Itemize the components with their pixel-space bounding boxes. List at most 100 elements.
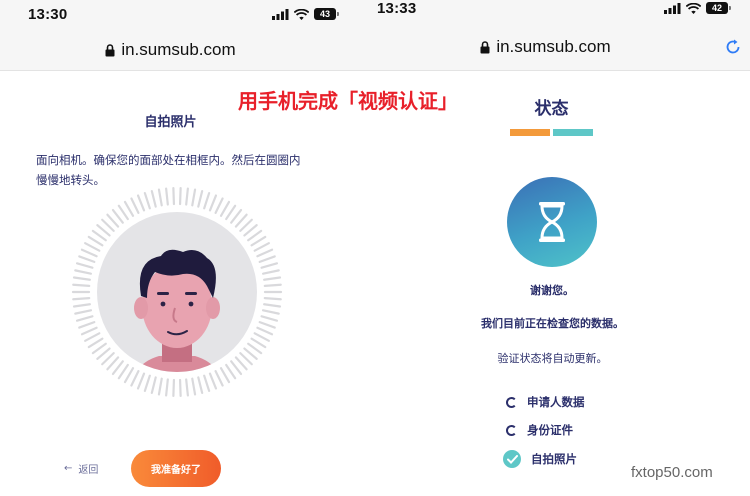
ring-tick [72,276,91,281]
ring-tick [263,303,282,308]
status-indicator [507,177,597,267]
ring-tick [143,374,151,393]
ring-tick [234,213,248,228]
step-id-document: 身份证件 [506,422,573,438]
ring-tick [256,248,274,258]
back-label: 返回 [78,465,99,476]
progress-segment-teal [553,129,593,136]
ring-tick [191,188,197,207]
ring-tick [87,337,104,349]
thanks-text: 谢谢您。 [530,284,574,297]
ring-tick [75,315,94,322]
status-bar: 13:30 43 [0,0,341,30]
ring-tick [84,332,101,342]
ring-tick [172,378,176,398]
ring-tick [130,369,140,387]
ring-tick [136,194,146,212]
ring-tick [178,378,182,398]
ring-tick [101,352,115,366]
ready-button[interactable]: 我准备好了 [131,450,221,487]
ring-tick [178,186,182,206]
ring-tick [111,360,124,376]
left-phone-screen: 13:30 43 in.sumsub.com 自拍照片 面向相机。确保您的面部处… [0,0,341,496]
pending-spinner-icon [506,396,517,408]
ring-tick [185,378,189,397]
ring-tick [225,363,237,380]
status-icons: 42 [664,2,731,14]
ring-tick [261,309,280,315]
progress-segment-orange [510,129,550,136]
ring-tick [243,224,258,237]
ring-tick [263,283,282,287]
ring-tick [123,200,135,217]
ring-tick [230,360,243,376]
ring-tick [230,208,243,224]
overlay-caption: 用手机完成「视频认证」 [238,89,458,113]
ring-tick [243,347,258,360]
ring-tick [78,320,96,329]
ring-tick [91,342,107,355]
battery-icon: 42 [706,2,731,14]
status-time: 13:30 [28,6,68,23]
battery-icon: 43 [314,8,339,20]
ring-tick [117,204,129,221]
step-label: 申请人数据 [527,395,585,409]
ring-tick [91,229,107,242]
wifi-icon [686,2,701,14]
ring-tick [96,224,111,237]
ring-tick [263,297,282,301]
reload-icon[interactable] [724,38,742,56]
ring-tick [117,363,129,380]
ring-tick [111,208,124,224]
step-selfie: 自拍照片 [503,450,577,468]
ring-tick [256,326,274,336]
ring-tick [150,376,157,395]
watermark-text: fxtop50.com [631,464,713,481]
ring-tick [191,377,197,396]
ring-tick [258,255,276,264]
ring-tick [225,204,237,221]
ring-tick [197,189,204,208]
ring-tick [263,276,282,281]
ring-tick [165,187,169,206]
ring-tick [172,186,176,206]
ring-tick [214,369,224,387]
step-label: 身份证件 [527,423,573,437]
check-complete-icon [503,450,521,468]
instruction-line: 面向相机。确保您的面部处在相框内。然后在圆圈内 [36,153,301,167]
auto-update-text: 验证状态将自动更新。 [497,352,608,365]
ring-tick [87,235,104,247]
status-icons: 43 [272,8,339,20]
ring-tick [247,229,263,242]
checking-text: 我们目前正在检查您的数据。 [481,317,624,330]
face-capture-frame [71,186,283,398]
signal-icon [664,2,681,14]
ring-tick [78,255,96,264]
ring-tick [203,374,211,393]
ring-tick [130,197,140,215]
ring-tick [72,297,91,301]
ring-tick [80,326,98,336]
ring-tick [185,187,189,206]
ring-tick [219,200,231,217]
url-bar[interactable]: in.sumsub.com [341,24,750,71]
ring-tick [214,197,224,215]
arrow-left-icon: ← [64,463,73,474]
ring-tick [150,189,157,208]
ring-tick [123,367,135,384]
ring-tick [208,194,218,212]
signal-icon [272,8,289,20]
ring-tick [165,378,169,397]
ring-tick [203,191,211,210]
ring-tick [219,367,231,384]
instruction-text: 面向相机。确保您的面部处在相框内。然后在圆圈内 慢慢地转头。 [36,150,326,190]
ring-tick [74,309,93,315]
back-link[interactable]: ← 返回 [64,461,98,476]
ring-tick [208,372,218,390]
url-bar[interactable]: in.sumsub.com [0,30,341,71]
lock-icon [105,43,115,56]
lock-icon [480,40,490,53]
status-time: 13:33 [377,0,417,17]
ring-tick [197,376,204,395]
step-applicant-data: 申请人数据 [506,394,585,410]
